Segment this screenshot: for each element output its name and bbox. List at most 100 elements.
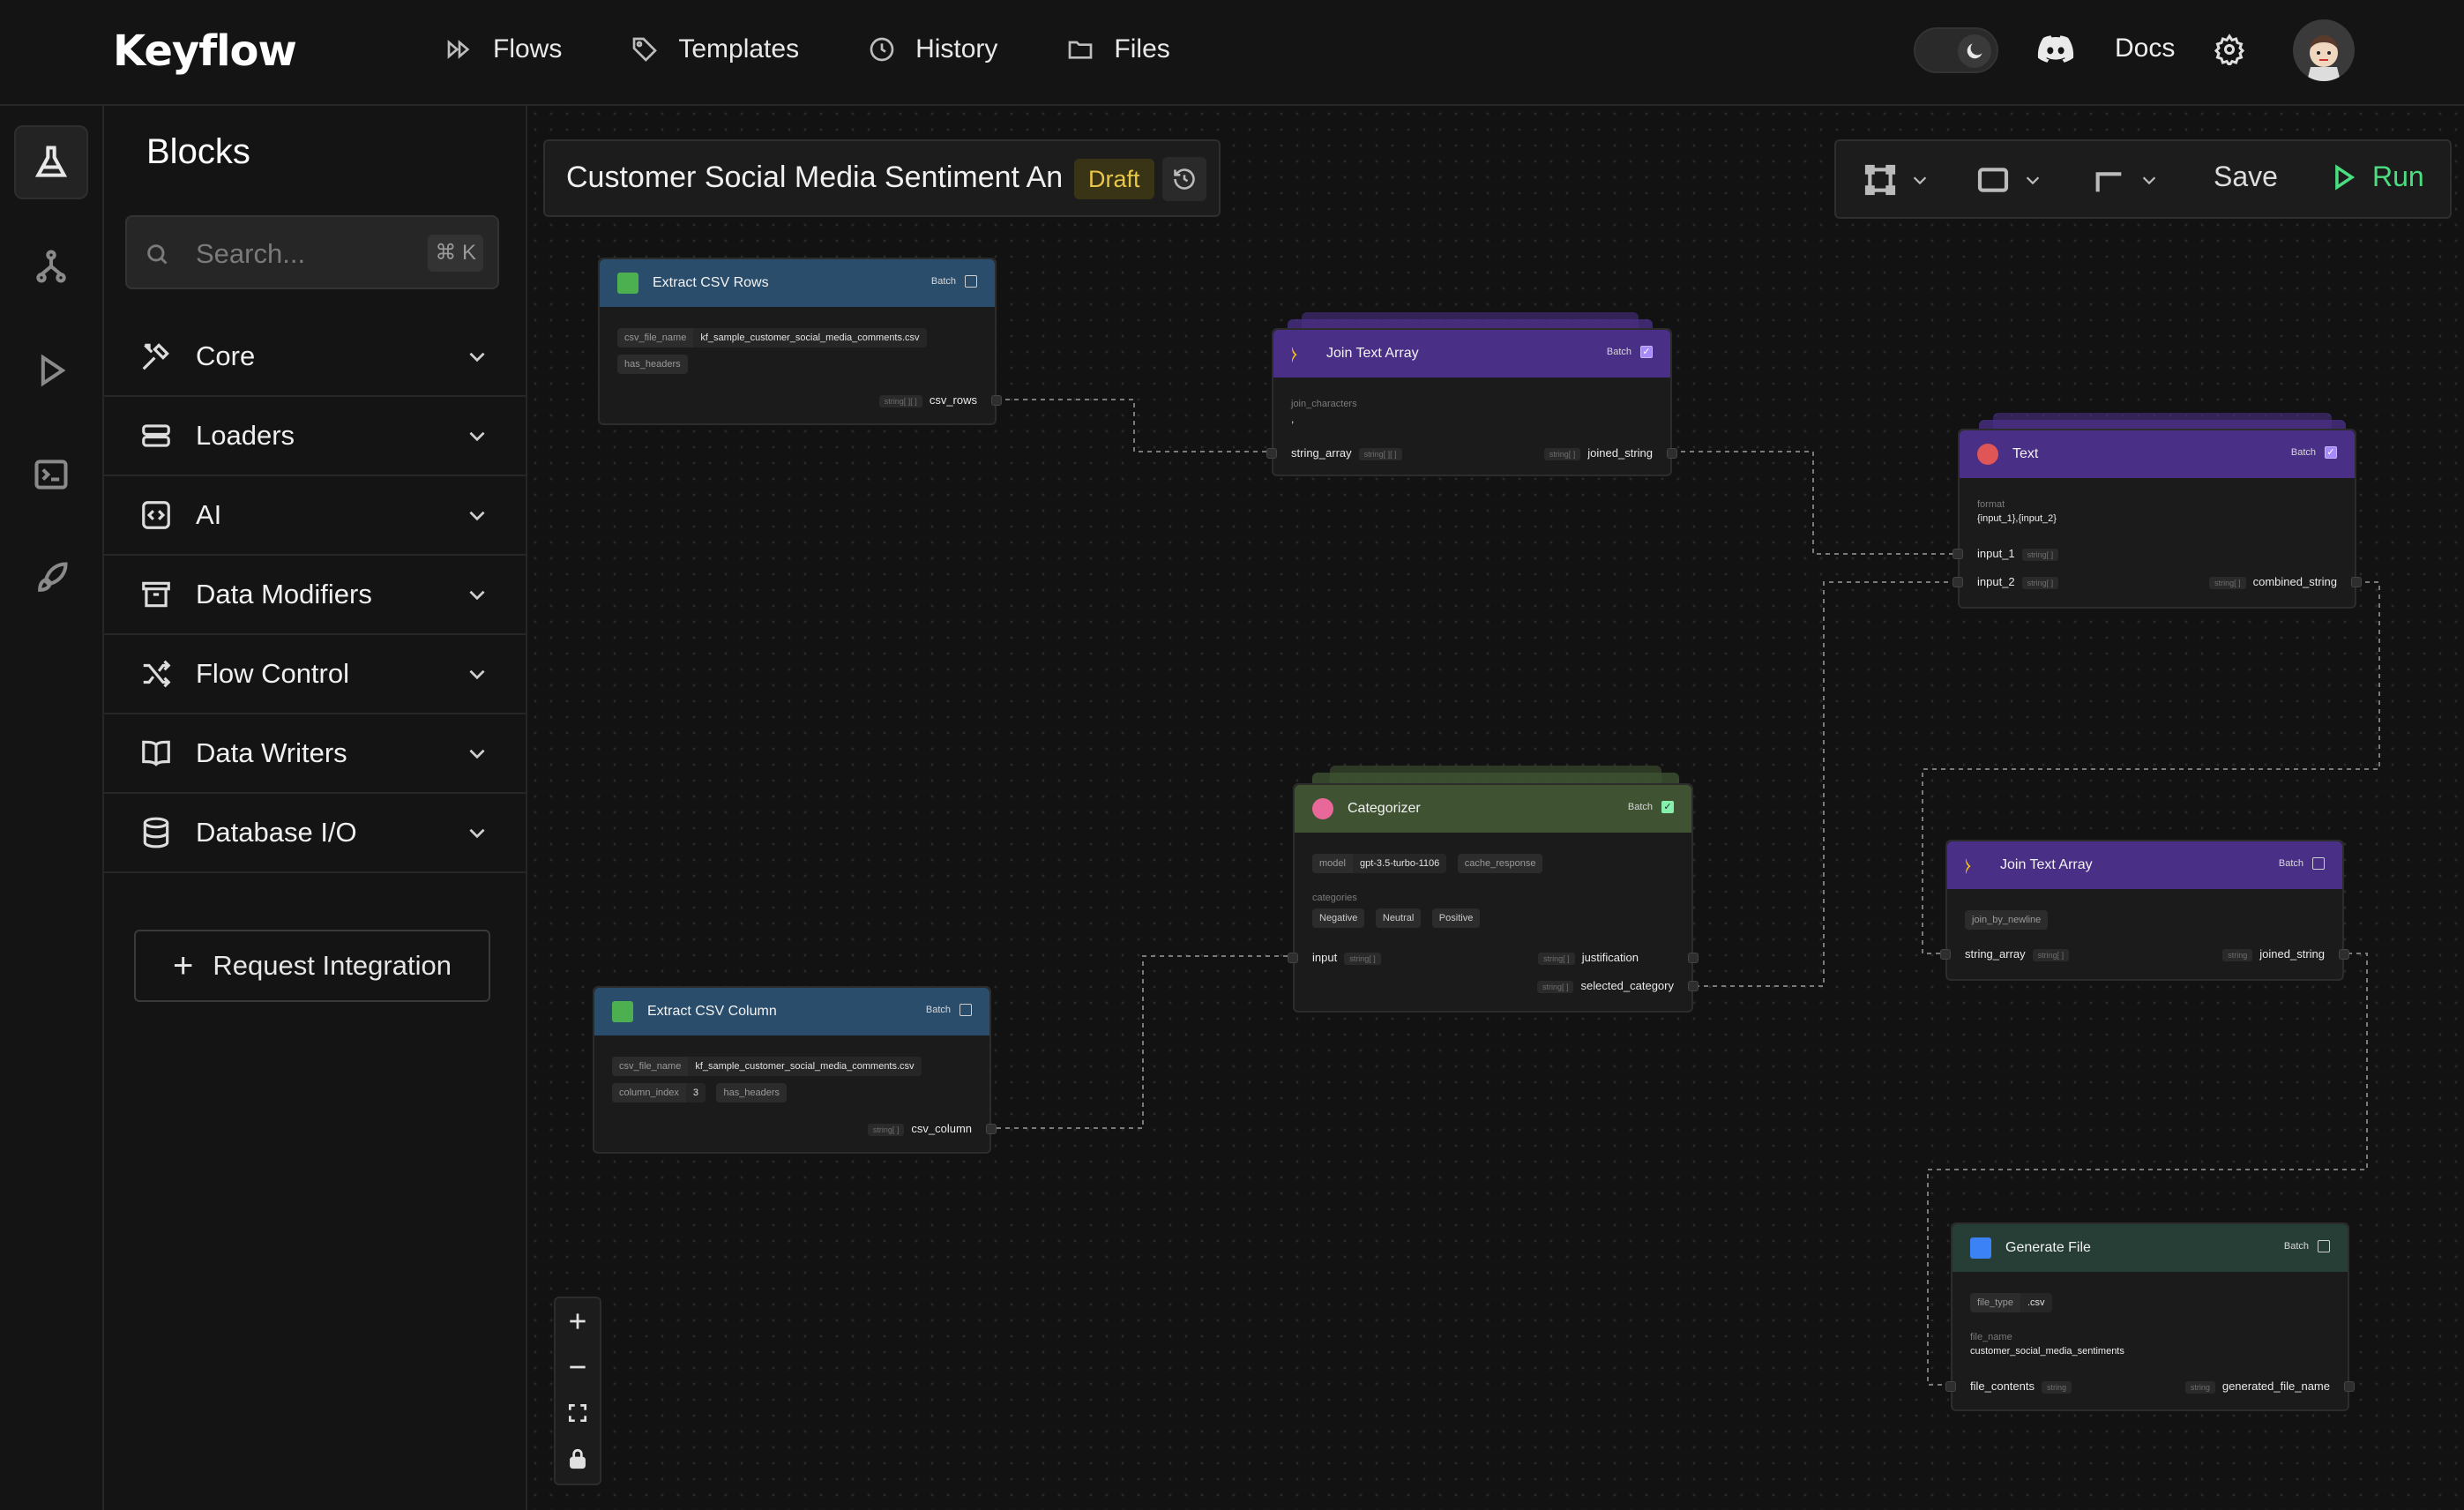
batch-toggle[interactable]: Batch ✓: [1607, 346, 1653, 358]
output-handle[interactable]: [2344, 1381, 2355, 1392]
batch-checkbox[interactable]: [2312, 857, 2325, 870]
batch-toggle[interactable]: Batch: [931, 275, 977, 288]
file-name-value[interactable]: customer_social_media_sentiments: [1970, 1346, 2124, 1357]
gear-icon[interactable]: [2214, 34, 2245, 65]
node-text[interactable]: Text Batch ✓ format {input_1},{input_2} i…: [1953, 429, 2362, 609]
category-chip[interactable]: Neutral: [1375, 908, 1422, 928]
node-header[interactable]: Categorizer Batch ✓: [1295, 785, 1691, 833]
app-logo[interactable]: Keyflow: [113, 26, 297, 76]
rail-deploy-button[interactable]: [14, 542, 88, 616]
nav-templates[interactable]: Templates: [631, 28, 799, 71]
node-header[interactable]: Generate File Batch: [1953, 1224, 2348, 1272]
input-handle[interactable]: [1945, 1381, 1956, 1392]
batch-checkbox[interactable]: [965, 275, 977, 288]
output-handle[interactable]: [991, 395, 1002, 406]
shape-tool-dropdown[interactable]: [1975, 162, 2042, 198]
param-tag[interactable]: csv_file_name kf_sample_customer_social_m…: [612, 1057, 922, 1076]
nav-history[interactable]: History: [868, 28, 997, 71]
param-tag[interactable]: model gpt-3.5-turbo-1106: [1312, 854, 1447, 873]
category-chip[interactable]: Negative: [1312, 908, 1365, 928]
category-database-io[interactable]: Database I/O: [104, 794, 526, 873]
batch-checkbox-checked[interactable]: ✓: [1640, 346, 1653, 358]
output-handle[interactable]: [2339, 949, 2349, 960]
category-chip[interactable]: Positive: [1431, 908, 1481, 928]
theme-toggle[interactable]: [1914, 27, 1998, 73]
input-handle[interactable]: [1940, 949, 1951, 960]
rail-lab-button[interactable]: [14, 125, 88, 199]
select-tool-dropdown[interactable]: [1863, 162, 1930, 198]
output-handle[interactable]: [986, 1124, 997, 1134]
param-tag[interactable]: csv_file_name kf_sample_customer_social_m…: [617, 328, 927, 348]
flow-title[interactable]: Customer Social Media Sentiment An: [566, 161, 1063, 195]
batch-checkbox[interactable]: [2318, 1240, 2330, 1252]
node-categorizer[interactable]: Categorizer Batch ✓ model gpt-3.5-turbo-11…: [1288, 783, 1699, 1013]
request-integration-button[interactable]: + Request Integration: [134, 930, 490, 1002]
node-join-text-array-newline[interactable]: ⧽ Join Text Array Batch join_by_newline …: [1940, 840, 2349, 981]
node-header[interactable]: Extract CSV Column Batch: [594, 988, 989, 1035]
node-header[interactable]: ⧽ Join Text Array Batch: [1947, 841, 2342, 889]
archive-icon: [142, 581, 170, 608]
batch-toggle[interactable]: Batch: [926, 1004, 972, 1016]
output-handle[interactable]: [2351, 577, 2362, 587]
run-label: Run: [2372, 161, 2424, 192]
run-button[interactable]: Run: [2328, 161, 2424, 193]
node-header[interactable]: Extract CSV Rows Batch: [600, 259, 995, 307]
param-tag[interactable]: column_index 3: [612, 1083, 706, 1103]
nav-flows[interactable]: Flows: [445, 28, 562, 71]
rail-flow-button[interactable]: [14, 229, 88, 303]
blocks-search-input[interactable]: Search... ⌘ K: [125, 215, 499, 289]
user-avatar[interactable]: [2293, 19, 2355, 81]
format-value[interactable]: {input_1},{input_2}: [1977, 513, 2057, 524]
nav-files[interactable]: Files: [1066, 28, 1170, 71]
category-data-writers[interactable]: Data Writers: [104, 714, 526, 794]
nav-history-label: History: [915, 34, 998, 64]
input-handle[interactable]: [1953, 549, 1963, 559]
docs-link[interactable]: Docs: [2115, 34, 2175, 64]
rail-run-button[interactable]: [14, 333, 88, 407]
node-generate-file[interactable]: Generate File Batch file_type .csv file_n…: [1945, 1222, 2355, 1411]
node-extract-csv-column[interactable]: Extract CSV Column Batch csv_file_name kf…: [593, 986, 997, 1154]
zoom-out-button[interactable]: [556, 1344, 600, 1390]
version-history-button[interactable]: [1162, 157, 1206, 201]
fit-view-button[interactable]: [556, 1390, 600, 1436]
flag-tag[interactable]: cache_response: [1457, 854, 1543, 873]
param-tag[interactable]: file_type .csv: [1970, 1293, 2052, 1312]
node-header[interactable]: ⧽ Join Text Array Batch ✓: [1273, 330, 1670, 378]
category-data-modifiers[interactable]: Data Modifiers: [104, 556, 526, 635]
output-handle[interactable]: [1667, 448, 1677, 459]
batch-checkbox-checked[interactable]: ✓: [1661, 801, 1674, 813]
output-port: string generated_file_name: [2178, 1379, 2330, 1394]
flag-tag[interactable]: has_headers: [716, 1083, 788, 1103]
lock-button[interactable]: [556, 1436, 600, 1482]
output-handle[interactable]: [1688, 981, 1699, 991]
batch-toggle[interactable]: Batch: [2284, 1240, 2330, 1252]
rail-terminal-button[interactable]: [14, 437, 88, 512]
node-extract-csv-rows[interactable]: Extract CSV Rows Batch csv_file_name kf_s…: [598, 258, 1002, 425]
search-icon: [147, 244, 168, 265]
node-params: csv_file_name kf_sample_customer_social_m…: [617, 328, 934, 348]
batch-checkbox[interactable]: [959, 1004, 972, 1016]
category-core[interactable]: Core: [104, 318, 526, 397]
port-label: input_2: [1977, 575, 2015, 588]
category-flow-control[interactable]: Flow Control: [104, 635, 526, 714]
node-join-text-array[interactable]: ⧽ Join Text Array Batch ✓ join_characters…: [1266, 328, 1677, 476]
flag-tag[interactable]: join_by_newline: [1965, 910, 2049, 930]
category-loaders[interactable]: Loaders: [104, 397, 526, 476]
edge-style-dropdown[interactable]: [2092, 162, 2159, 198]
input-handle[interactable]: [1288, 953, 1298, 963]
batch-toggle[interactable]: Batch ✓: [1628, 801, 1674, 813]
join-characters-value[interactable]: ,: [1291, 413, 1294, 425]
flag-tag[interactable]: has_headers: [617, 355, 688, 374]
input-handle[interactable]: [1953, 577, 1963, 587]
output-handle[interactable]: [1688, 953, 1699, 963]
save-button[interactable]: Save: [2214, 161, 2278, 193]
node-header[interactable]: Text Batch ✓: [1960, 430, 2355, 478]
discord-icon[interactable]: [2037, 34, 2074, 65]
category-ai[interactable]: AI: [104, 476, 526, 556]
input-handle[interactable]: [1266, 448, 1277, 459]
batch-toggle[interactable]: Batch: [2279, 857, 2325, 870]
batch-toggle[interactable]: Batch ✓: [2291, 446, 2337, 459]
chevron-down-icon: [469, 749, 485, 759]
zoom-in-button[interactable]: [556, 1298, 600, 1344]
batch-checkbox-checked[interactable]: ✓: [2325, 446, 2337, 459]
